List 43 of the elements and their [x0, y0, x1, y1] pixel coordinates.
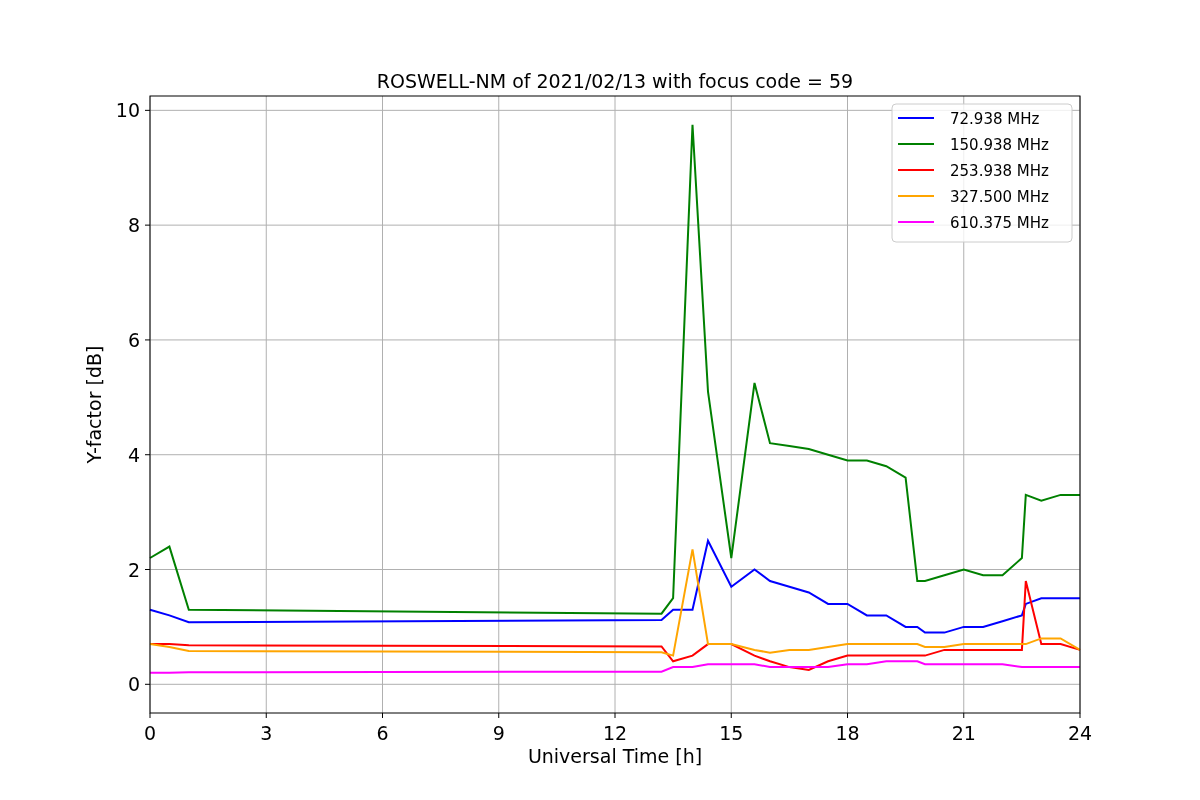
tick-mark	[1079, 712, 1081, 719]
tick-mark	[144, 454, 151, 456]
tick-mark	[614, 712, 616, 719]
tick-mark	[847, 712, 848, 719]
tick-mark	[149, 712, 151, 719]
axis-tick-label: 12	[602, 722, 628, 744]
tick-mark	[963, 712, 965, 719]
tick-mark	[144, 569, 151, 570]
tick-mark	[382, 712, 383, 719]
legend-line	[897, 143, 935, 145]
x-axis-label: Universal Time [h]	[527, 745, 703, 767]
axis-tick-label: 0	[143, 722, 157, 744]
axis-tick-label: 8	[127, 214, 140, 237]
axis-tick-label: 18	[835, 722, 860, 744]
axis-tick-label: 9	[492, 722, 505, 744]
axis-tick-label: 6	[376, 722, 389, 744]
legend-line	[897, 169, 935, 171]
axis-tick-label: 3	[260, 722, 273, 744]
y-axis-label: Y-factor [dB]	[83, 345, 105, 464]
axis-tick-label: 0	[127, 673, 140, 696]
legend-line	[897, 195, 935, 197]
axis-tick-label: 2	[127, 558, 140, 581]
axis-tick-label: 15	[719, 722, 744, 744]
tick-mark	[730, 712, 732, 719]
axis-tick-label: 6	[127, 328, 140, 351]
legend-label: 327.500 MHz	[950, 188, 1049, 206]
axis-tick-label: 10	[115, 99, 140, 122]
chart-title: ROSWELL-NM of 2021/02/13 with focus code = 59	[376, 70, 854, 92]
axis-tick-label: 4	[127, 443, 140, 466]
tick-mark	[498, 712, 500, 719]
legend-line	[897, 117, 935, 119]
legend-line	[897, 221, 935, 223]
axis-tick-label: 24	[1067, 722, 1093, 744]
tick-mark	[265, 712, 267, 719]
legend-label: 150.938 MHz	[950, 136, 1049, 154]
legend-label: 610.375 MHz	[950, 214, 1049, 232]
tick-mark	[144, 109, 151, 111]
tick-mark	[144, 683, 151, 685]
tick-mark	[144, 339, 151, 341]
legend-label: 253.938 MHz	[950, 162, 1049, 180]
tick-mark	[144, 224, 151, 226]
legend-label: 72.938 MHz	[950, 110, 1040, 128]
axis-tick-label: 21	[951, 722, 976, 744]
